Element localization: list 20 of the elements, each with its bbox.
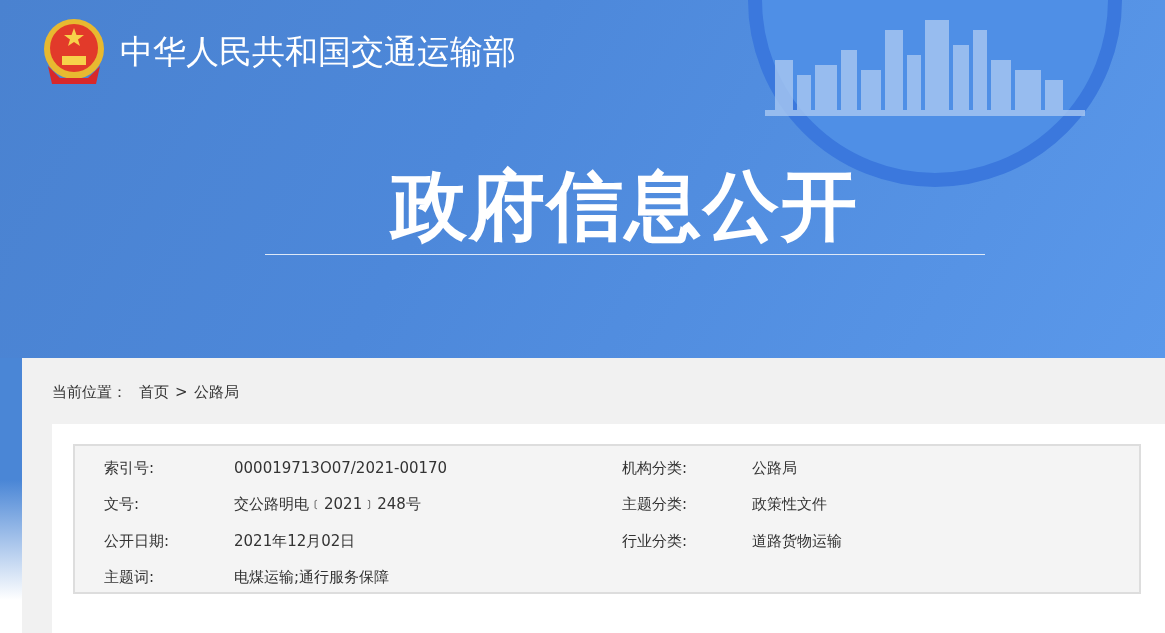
breadcrumb-separator: > (175, 383, 188, 401)
metadata-label: 文号: (104, 495, 141, 515)
metadata-value: 000019713O07/2021-00170 (234, 459, 449, 478)
metadata-value: 公路局 (752, 458, 798, 478)
site-name: 中华人民共和国交通运输部 (120, 30, 516, 73)
metadata-label: 行业分类: (622, 531, 689, 551)
metadata-label: 公开日期: (104, 531, 171, 551)
metadata-value: 道路货物运输 (752, 531, 843, 551)
metadata-value: 电煤运输;通行服务保障 (234, 568, 391, 588)
section-title: 政府信息公开 (265, 158, 985, 255)
metadata-label: 索引号: (104, 458, 156, 478)
metadata-value: 交公路明电﹝2021﹞248号 (234, 495, 422, 515)
metadata-label: 机构分类: (622, 458, 689, 478)
metadata-value: 2021年12月02日 (234, 531, 357, 551)
breadcrumb-label: 当前位置： (52, 382, 127, 402)
breadcrumb-link[interactable]: 公路局 (193, 382, 239, 402)
breadcrumb-link[interactable]: 首页 (139, 382, 169, 402)
metadata-label: 主题词: (104, 568, 156, 588)
metadata-value: 政策性文件 (752, 495, 828, 515)
metadata-label: 主题分类: (622, 495, 689, 515)
